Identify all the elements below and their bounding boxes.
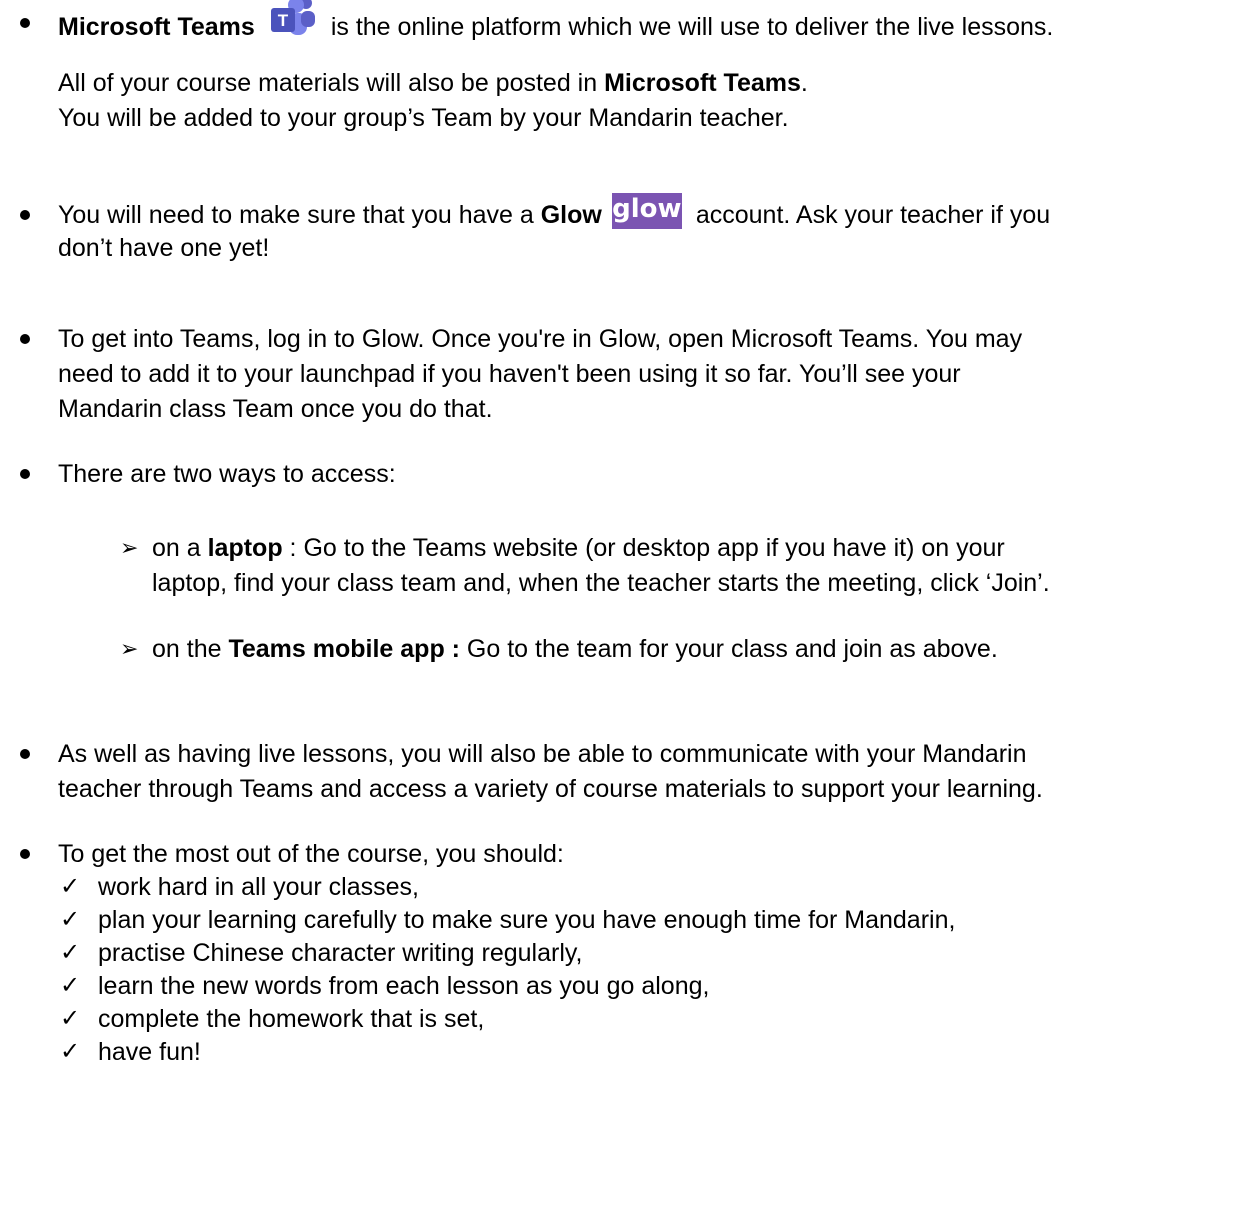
mobile-bold: Teams mobile app :: [228, 635, 460, 663]
teams-line-1: Microsoft Teams T is the online platform…: [58, 0, 1054, 49]
communicate-line-1: As well as having live lessons, you will…: [58, 740, 1027, 768]
access-laptop-line-2: laptop, find your class team and, when t…: [152, 569, 1050, 597]
checklist-item: have fun!: [98, 1038, 201, 1066]
bullet-dot: [20, 749, 30, 759]
glow-line-1-text: You will need to make sure that you have…: [58, 201, 541, 229]
most-intro: To get the most out of the course, you s…: [58, 840, 564, 868]
access-intro: There are two ways to access:: [58, 460, 396, 488]
teams-line-3: You will be added to your group’s Team b…: [58, 104, 789, 132]
communicate-line-2: teacher through Teams and access a varie…: [58, 775, 1043, 803]
glow-line-1: You will need to make sure that you have…: [58, 193, 1051, 231]
laptop-post: : Go to the Teams website (or desktop ap…: [282, 534, 1005, 562]
teams-line-2-bold: Microsoft Teams: [604, 69, 801, 97]
checkmark-icon: ✓: [60, 1038, 81, 1065]
login-line-3: Mandarin class Team once you do that.: [58, 395, 493, 423]
teams-bold-label: Microsoft Teams: [58, 13, 255, 42]
glow-logo-icon: glow: [611, 193, 682, 230]
checklist-item: work hard in all your classes,: [98, 873, 419, 901]
checkmark-icon: ✓: [60, 906, 81, 933]
teams-description: is the online platform which we will use…: [330, 13, 1054, 42]
checkmark-icon: ✓: [60, 972, 81, 999]
glow-line-2: don’t have one yet!: [58, 234, 270, 262]
bullet-dot: [20, 469, 30, 479]
checkmark-icon: ✓: [60, 1005, 81, 1032]
bullet-dot: [20, 210, 30, 220]
arrow-bullet-icon: ➢: [120, 535, 139, 560]
checklist-item: learn the new words from each lesson as …: [98, 972, 710, 1000]
checklist-item: complete the homework that is set,: [98, 1005, 485, 1033]
glow-bold-label: Glow: [540, 201, 602, 229]
teams-line-2: All of your course materials will also b…: [58, 68, 808, 98]
teams-line-2-text: All of your course materials will also b…: [58, 69, 605, 97]
bullet-dot: [20, 849, 30, 859]
access-laptop-line-1: on a laptop : Go to the Teams website (o…: [152, 533, 1005, 563]
teams-line-2-end: .: [800, 69, 808, 97]
microsoft-teams-logo-icon: T: [269, 0, 317, 45]
checkmark-icon: ✓: [60, 873, 81, 900]
arrow-bullet-icon: ➢: [120, 636, 139, 661]
checkmark-icon: ✓: [60, 939, 81, 966]
checklist-item: practise Chinese character writing regul…: [98, 939, 583, 967]
bullet-dot: [20, 334, 30, 344]
login-line-2: need to add it to your launchpad if you …: [58, 360, 961, 388]
mobile-pre: on the: [152, 635, 229, 663]
laptop-pre: on a: [152, 534, 208, 562]
login-line-1: To get into Teams, log in to Glow. Once …: [58, 325, 1023, 353]
checklist-item: plan your learning carefully to make sur…: [98, 906, 956, 934]
svg-text:T: T: [278, 11, 289, 30]
bullet-dot: [20, 18, 30, 28]
mobile-post: Go to the team for your class and join a…: [459, 635, 998, 663]
glow-line-1-end: account. Ask your teacher if you: [695, 201, 1051, 229]
access-mobile-line: on the Teams mobile app : Go to the team…: [152, 634, 998, 664]
laptop-bold: laptop: [207, 534, 283, 562]
